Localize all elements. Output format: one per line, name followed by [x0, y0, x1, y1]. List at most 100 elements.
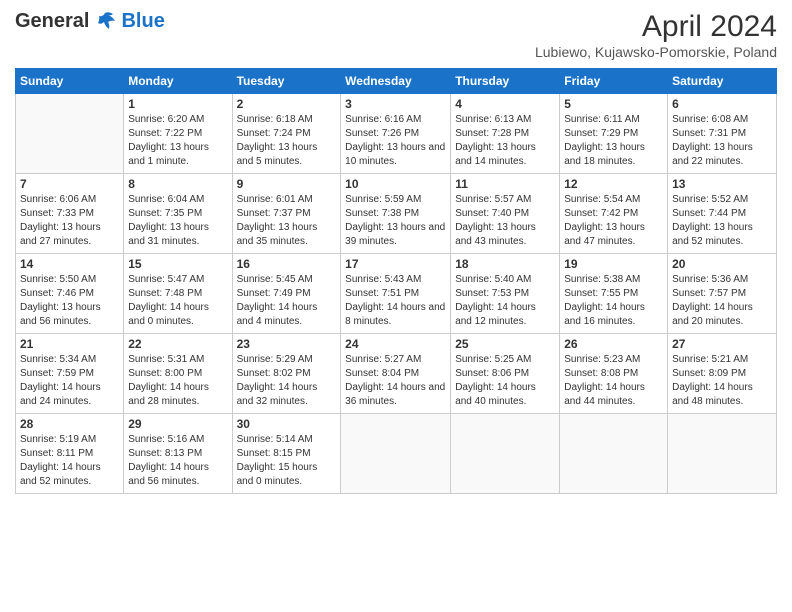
day-number: 12 [564, 177, 663, 191]
col-sunday: Sunday [16, 69, 124, 94]
col-thursday: Thursday [451, 69, 560, 94]
table-row: 12 Sunrise: 5:54 AMSunset: 7:42 PMDaylig… [560, 174, 668, 254]
calendar-week-row: 14 Sunrise: 5:50 AMSunset: 7:46 PMDaylig… [16, 254, 777, 334]
day-info: Sunrise: 5:54 AMSunset: 7:42 PMDaylight:… [564, 193, 663, 249]
day-number: 5 [564, 97, 663, 111]
day-info: Sunrise: 5:31 AMSunset: 8:00 PMDaylight:… [128, 353, 227, 409]
day-info: Sunrise: 6:20 AMSunset: 7:22 PMDaylight:… [128, 113, 227, 169]
day-number: 8 [128, 177, 227, 191]
day-number: 6 [672, 97, 772, 111]
table-row: 13 Sunrise: 5:52 AMSunset: 7:44 PMDaylig… [668, 174, 777, 254]
day-info: Sunrise: 5:40 AMSunset: 7:53 PMDaylight:… [455, 273, 555, 329]
day-number: 11 [455, 177, 555, 191]
day-number: 2 [237, 97, 337, 111]
col-monday: Monday [124, 69, 232, 94]
location-text: Lubiewo, Kujawsko-Pomorskie, Poland [535, 44, 777, 60]
day-info: Sunrise: 5:29 AMSunset: 8:02 PMDaylight:… [237, 353, 337, 409]
logo-general-text: General [15, 10, 89, 33]
table-row: 8 Sunrise: 6:04 AMSunset: 7:35 PMDayligh… [124, 174, 232, 254]
calendar-week-row: 1 Sunrise: 6:20 AMSunset: 7:22 PMDayligh… [16, 94, 777, 174]
table-row: 15 Sunrise: 5:47 AMSunset: 7:48 PMDaylig… [124, 254, 232, 334]
day-number: 3 [345, 97, 446, 111]
table-row: 9 Sunrise: 6:01 AMSunset: 7:37 PMDayligh… [232, 174, 341, 254]
table-row: 23 Sunrise: 5:29 AMSunset: 8:02 PMDaylig… [232, 334, 341, 414]
day-number: 16 [237, 257, 337, 271]
day-number: 28 [20, 417, 119, 431]
day-info: Sunrise: 5:34 AMSunset: 7:59 PMDaylight:… [20, 353, 119, 409]
day-info: Sunrise: 5:47 AMSunset: 7:48 PMDaylight:… [128, 273, 227, 329]
day-info: Sunrise: 6:11 AMSunset: 7:29 PMDaylight:… [564, 113, 663, 169]
calendar-week-row: 28 Sunrise: 5:19 AMSunset: 8:11 PMDaylig… [16, 414, 777, 494]
table-row: 18 Sunrise: 5:40 AMSunset: 7:53 PMDaylig… [451, 254, 560, 334]
table-row: 26 Sunrise: 5:23 AMSunset: 8:08 PMDaylig… [560, 334, 668, 414]
table-row: 19 Sunrise: 5:38 AMSunset: 7:55 PMDaylig… [560, 254, 668, 334]
calendar-week-row: 7 Sunrise: 6:06 AMSunset: 7:33 PMDayligh… [16, 174, 777, 254]
table-row: 10 Sunrise: 5:59 AMSunset: 7:38 PMDaylig… [341, 174, 451, 254]
col-saturday: Saturday [668, 69, 777, 94]
table-row: 29 Sunrise: 5:16 AMSunset: 8:13 PMDaylig… [124, 414, 232, 494]
table-row [668, 414, 777, 494]
day-number: 20 [672, 257, 772, 271]
day-info: Sunrise: 5:21 AMSunset: 8:09 PMDaylight:… [672, 353, 772, 409]
day-info: Sunrise: 6:16 AMSunset: 7:26 PMDaylight:… [345, 113, 446, 169]
table-row [560, 414, 668, 494]
table-row: 16 Sunrise: 5:45 AMSunset: 7:49 PMDaylig… [232, 254, 341, 334]
table-row: 20 Sunrise: 5:36 AMSunset: 7:57 PMDaylig… [668, 254, 777, 334]
day-info: Sunrise: 5:36 AMSunset: 7:57 PMDaylight:… [672, 273, 772, 329]
day-info: Sunrise: 5:16 AMSunset: 8:13 PMDaylight:… [128, 433, 227, 489]
calendar-week-row: 21 Sunrise: 5:34 AMSunset: 7:59 PMDaylig… [16, 334, 777, 414]
day-info: Sunrise: 5:52 AMSunset: 7:44 PMDaylight:… [672, 193, 772, 249]
day-info: Sunrise: 5:57 AMSunset: 7:40 PMDaylight:… [455, 193, 555, 249]
day-number: 23 [237, 337, 337, 351]
col-tuesday: Tuesday [232, 69, 341, 94]
day-info: Sunrise: 5:27 AMSunset: 8:04 PMDaylight:… [345, 353, 446, 409]
table-row: 14 Sunrise: 5:50 AMSunset: 7:46 PMDaylig… [16, 254, 124, 334]
table-row: 28 Sunrise: 5:19 AMSunset: 8:11 PMDaylig… [16, 414, 124, 494]
day-number: 15 [128, 257, 227, 271]
table-row: 27 Sunrise: 5:21 AMSunset: 8:09 PMDaylig… [668, 334, 777, 414]
day-number: 4 [455, 97, 555, 111]
day-info: Sunrise: 5:45 AMSunset: 7:49 PMDaylight:… [237, 273, 337, 329]
day-info: Sunrise: 6:04 AMSunset: 7:35 PMDaylight:… [128, 193, 227, 249]
table-row: 17 Sunrise: 5:43 AMSunset: 7:51 PMDaylig… [341, 254, 451, 334]
day-info: Sunrise: 5:23 AMSunset: 8:08 PMDaylight:… [564, 353, 663, 409]
logo: General Blue [15, 10, 165, 33]
day-number: 29 [128, 417, 227, 431]
table-row: 6 Sunrise: 6:08 AMSunset: 7:31 PMDayligh… [668, 94, 777, 174]
day-info: Sunrise: 6:13 AMSunset: 7:28 PMDaylight:… [455, 113, 555, 169]
day-number: 21 [20, 337, 119, 351]
table-row [341, 414, 451, 494]
col-wednesday: Wednesday [341, 69, 451, 94]
table-row: 11 Sunrise: 5:57 AMSunset: 7:40 PMDaylig… [451, 174, 560, 254]
day-info: Sunrise: 5:43 AMSunset: 7:51 PMDaylight:… [345, 273, 446, 329]
day-number: 13 [672, 177, 772, 191]
day-number: 30 [237, 417, 337, 431]
table-row: 1 Sunrise: 6:20 AMSunset: 7:22 PMDayligh… [124, 94, 232, 174]
calendar-table: Sunday Monday Tuesday Wednesday Thursday… [15, 68, 777, 494]
table-row [451, 414, 560, 494]
day-number: 10 [345, 177, 446, 191]
logo-bird-icon [91, 11, 119, 33]
table-row: 3 Sunrise: 6:16 AMSunset: 7:26 PMDayligh… [341, 94, 451, 174]
day-number: 9 [237, 177, 337, 191]
calendar-header-row: Sunday Monday Tuesday Wednesday Thursday… [16, 69, 777, 94]
day-info: Sunrise: 6:01 AMSunset: 7:37 PMDaylight:… [237, 193, 337, 249]
table-row: 5 Sunrise: 6:11 AMSunset: 7:29 PMDayligh… [560, 94, 668, 174]
table-row: 7 Sunrise: 6:06 AMSunset: 7:33 PMDayligh… [16, 174, 124, 254]
table-row: 2 Sunrise: 6:18 AMSunset: 7:24 PMDayligh… [232, 94, 341, 174]
day-number: 14 [20, 257, 119, 271]
table-row: 4 Sunrise: 6:13 AMSunset: 7:28 PMDayligh… [451, 94, 560, 174]
table-row: 25 Sunrise: 5:25 AMSunset: 8:06 PMDaylig… [451, 334, 560, 414]
day-number: 18 [455, 257, 555, 271]
day-info: Sunrise: 5:14 AMSunset: 8:15 PMDaylight:… [237, 433, 337, 489]
page-container: General Blue April 2024 Lubiewo, Kujawsk… [0, 0, 792, 504]
day-info: Sunrise: 5:50 AMSunset: 7:46 PMDaylight:… [20, 273, 119, 329]
day-number: 19 [564, 257, 663, 271]
day-number: 26 [564, 337, 663, 351]
table-row: 22 Sunrise: 5:31 AMSunset: 8:00 PMDaylig… [124, 334, 232, 414]
day-number: 22 [128, 337, 227, 351]
col-friday: Friday [560, 69, 668, 94]
day-info: Sunrise: 5:38 AMSunset: 7:55 PMDaylight:… [564, 273, 663, 329]
day-number: 24 [345, 337, 446, 351]
day-info: Sunrise: 6:18 AMSunset: 7:24 PMDaylight:… [237, 113, 337, 169]
